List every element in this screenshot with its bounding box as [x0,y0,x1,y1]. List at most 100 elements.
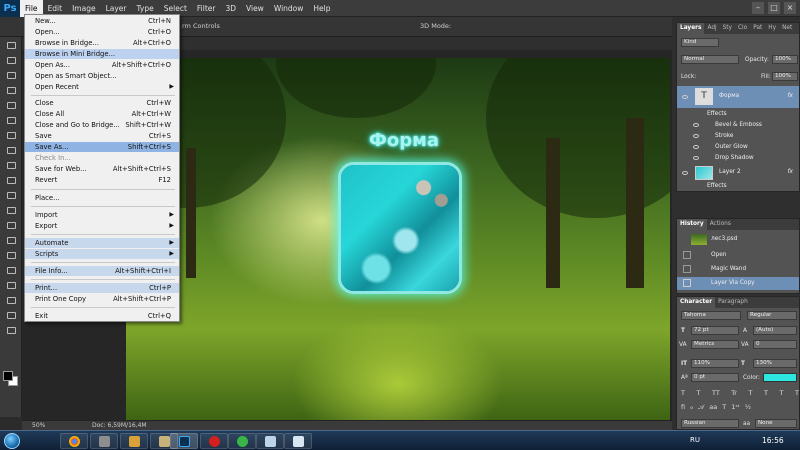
minimize-icon[interactable]: – [752,2,764,14]
all-caps-button[interactable]: TT [712,389,720,400]
taskbar-app[interactable] [228,433,256,449]
faux-italic-button[interactable]: T [696,389,700,400]
menu-filter[interactable]: Filter [192,0,221,17]
taskbar-photoshop[interactable] [170,433,198,449]
blur-tool-icon[interactable] [2,219,20,232]
menu-item-close[interactable]: Close Ctrl+W [25,98,179,108]
lasso-tool-icon[interactable] [2,69,20,82]
eraser-tool-icon[interactable] [2,189,20,202]
fill-input[interactable]: 100% [772,72,798,81]
shape-frame[interactable] [338,162,462,294]
subscript-button[interactable]: T [764,389,768,400]
effect-drop-shadow[interactable]: Drop Shadow [677,153,799,164]
effect-stroke[interactable]: Stroke [677,131,799,142]
menu-3d[interactable]: 3D [220,0,241,17]
effect-eye-icon[interactable] [693,123,699,127]
tab-character[interactable]: Character [677,297,716,308]
zoom-tool-icon[interactable] [2,324,20,337]
ordinal-icon[interactable]: 1ˢᵗ [731,403,739,414]
tab-hy[interactable]: Hy [765,23,779,34]
horizontal-scale-input[interactable]: 130% [753,359,797,368]
tab-net[interactable]: Net [779,23,795,34]
effect-eye-icon[interactable] [693,145,699,149]
menu-item-exit[interactable]: Exit Ctrl+Q [25,311,179,321]
menu-item-save-as[interactable]: Save As... Shift+Ctrl+S [25,142,179,152]
history-item-layer-via-copy[interactable]: Layer Via Copy [677,277,799,290]
superscript-button[interactable]: T [748,389,752,400]
font-style-select[interactable]: Regular [747,311,797,320]
faux-bold-button[interactable]: T [681,389,685,400]
tab-styles[interactable]: Sty [720,23,735,34]
fraction-icon[interactable]: ½ [745,403,751,414]
visibility-eye-icon[interactable] [682,171,688,175]
gradient-tool-icon[interactable] [2,204,20,217]
layer-row-layer-2[interactable]: Layer 2 fx [677,164,799,182]
tab-clone[interactable]: Clo [735,23,750,34]
alternates-icon[interactable]: aa [709,403,717,414]
taskbar-app[interactable] [90,433,118,449]
vertical-scale-input[interactable]: 110% [691,359,739,368]
layer-name[interactable]: Layer 2 [719,169,741,175]
strikethrough-button[interactable]: T [795,389,799,400]
small-caps-button[interactable]: Tr [731,389,737,400]
history-item-magic-wand[interactable]: Magic Wand [677,263,799,276]
hand-tool-icon[interactable] [2,309,20,322]
fx-icon[interactable]: fx [788,93,793,99]
menu-item-close-go-bridge[interactable]: Close and Go to Bridge... Shift+Ctrl+W [25,120,179,130]
menu-item-check-in[interactable]: Check In... [25,153,179,163]
layer-row-forma[interactable]: T Форма fx [677,86,799,108]
menu-item-open[interactable]: Open... Ctrl+O [25,27,179,37]
menu-item-scripts[interactable]: Scripts ▶ [25,249,179,259]
clone-stamp-tool-icon[interactable] [2,159,20,172]
old-style-icon[interactable]: ℴ [690,403,693,414]
language-select[interactable]: Russian [681,419,739,428]
tab-paragraph[interactable]: Paragraph [715,297,751,308]
menu-item-browse-mini-bridge[interactable]: Browse in Mini Bridge... [25,49,179,59]
opacity-input[interactable]: 100% [772,55,798,64]
menu-item-file-info[interactable]: File Info... Alt+Shift+Ctrl+I [25,266,179,276]
shape-title-text[interactable]: Форма [354,130,454,151]
path-select-tool-icon[interactable] [2,279,20,292]
menu-item-new[interactable]: New... Ctrl+N [25,16,179,26]
kerning-select[interactable]: Metrics [691,340,739,349]
underline-button[interactable]: T [779,389,783,400]
tab-layers[interactable]: Layers [677,23,705,34]
transform-controls-label[interactable]: rm Controls [182,22,220,30]
titling-icon[interactable]: T [722,403,726,414]
eyedropper-tool-icon[interactable] [2,114,20,127]
antialias-select[interactable]: None [755,419,797,428]
menu-item-save-for-web[interactable]: Save for Web... Alt+Shift+Ctrl+S [25,164,179,174]
effect-outer-glow[interactable]: Outer Glow [677,142,799,153]
taskbar-chrome[interactable] [60,433,88,449]
tab-paths[interactable]: Pat [750,23,765,34]
leading-input[interactable]: (Auto) [753,326,797,335]
menu-item-place[interactable]: Place... [25,193,179,203]
layer-name[interactable]: Форма [719,93,739,99]
font-size-input[interactable]: 72 pt [691,326,739,335]
brush-tool-icon[interactable] [2,144,20,157]
menu-item-print[interactable]: Print... Ctrl+P [25,283,179,293]
menu-item-open-as[interactable]: Open As... Alt+Shift+Ctrl+O [25,60,179,70]
taskbar-app[interactable] [256,433,284,449]
menu-view[interactable]: View [241,0,269,17]
tab-history[interactable]: History [677,219,707,230]
ligature-icon[interactable]: fi [681,403,685,414]
fx-icon[interactable]: fx [788,169,793,175]
healing-brush-tool-icon[interactable] [2,129,20,142]
menu-item-open-recent[interactable]: Open Recent ▶ [25,82,179,92]
blend-mode-select[interactable]: Normal [681,55,739,64]
baseline-shift-input[interactable]: 0 pt [691,373,739,382]
language-indicator[interactable]: RU [690,436,700,444]
menu-item-print-one-copy[interactable]: Print One Copy Alt+Shift+Ctrl+P [25,294,179,304]
menu-item-close-all[interactable]: Close All Alt+Ctrl+W [25,109,179,119]
taskbar-app[interactable] [284,433,312,449]
effect-bevel-emboss[interactable]: Bevel & Emboss [677,120,799,131]
menu-item-revert[interactable]: Revert F12 [25,175,179,185]
close-icon[interactable]: × [784,2,796,14]
layer-effects-row[interactable]: Effects [677,182,799,191]
quick-select-tool-icon[interactable] [2,84,20,97]
foreground-color-swatch[interactable] [3,371,13,381]
move-tool-icon[interactable] [2,39,20,52]
tracking-input[interactable]: 0 [753,340,797,349]
menu-item-open-smart-object[interactable]: Open as Smart Object... [25,71,179,81]
